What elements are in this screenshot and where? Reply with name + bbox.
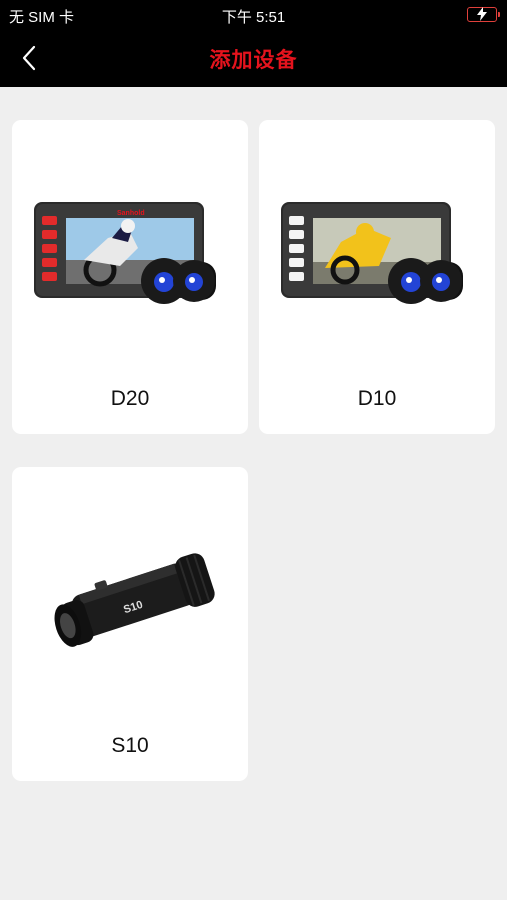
device-card-d20[interactable]: Sanhold D20	[12, 120, 248, 434]
device-card-d10[interactable]: D10	[259, 120, 495, 434]
status-time: 下午 5:51	[221, 9, 286, 26]
device-card-s10[interactable]: S10 S10	[12, 467, 248, 781]
navigation-bar: 添加设备	[0, 30, 507, 87]
device-name: D20	[110, 387, 150, 410]
battery-icon	[467, 7, 500, 22]
page-title: 添加设备	[209, 49, 298, 72]
screen-brand-text: Sanhold	[117, 210, 145, 217]
dual-camera-d10-image	[281, 202, 463, 304]
bullet-camera-s10-image: S10	[54, 553, 215, 647]
dual-camera-d20-image: Sanhold	[34, 202, 216, 304]
charging-bolt-icon	[477, 7, 487, 21]
device-name: S10	[111, 734, 149, 757]
status-bar: 无 SIM 卡 下午 5:51	[0, 0, 507, 30]
device-name: D10	[357, 387, 397, 410]
